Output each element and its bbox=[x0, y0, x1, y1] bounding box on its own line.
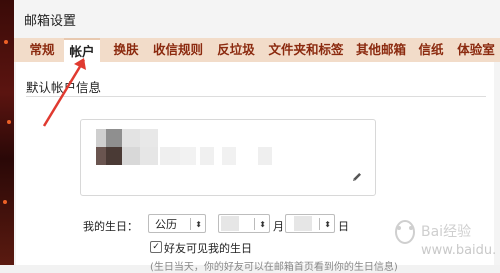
baidu-watermark: Bai经验 www.baidu.com bbox=[395, 220, 495, 258]
svg-text:Bai经验: Bai经验 bbox=[421, 224, 471, 240]
watermark-text: www.baidu.com bbox=[421, 243, 495, 258]
